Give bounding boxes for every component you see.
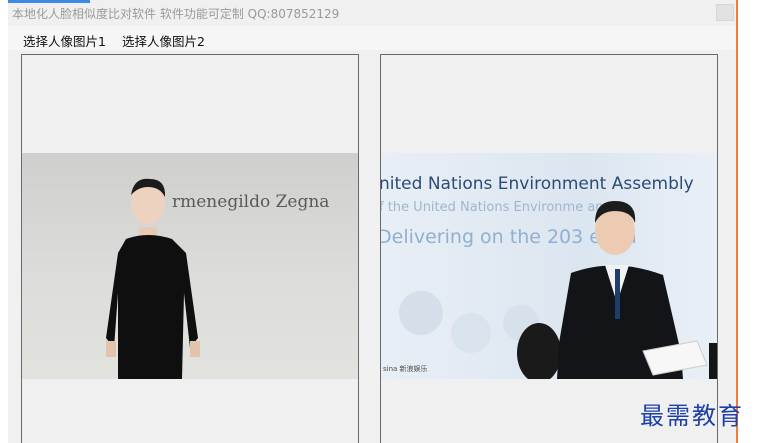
left-edge (0, 0, 8, 443)
tie-shape (615, 269, 620, 319)
portrait-photo-1: rmenegildo Zegna (22, 153, 358, 379)
right-margin (737, 0, 762, 443)
image-panel-2: nited Nations Environment Assembly f the… (380, 54, 718, 443)
window-edge-line (736, 0, 738, 443)
menu-select-image-2[interactable]: 选择人像图片2 (122, 31, 205, 50)
title-accent-strip (8, 0, 90, 3)
chair-edge (709, 343, 717, 379)
watermark-text: 最需教育 (640, 402, 744, 430)
backdrop-circle-1 (399, 291, 443, 335)
photo-1-illustration: rmenegildo Zegna (106, 178, 329, 379)
backdrop-logo-text: rmenegildo Zegna (172, 192, 329, 212)
right-hand (190, 341, 200, 357)
window-title: 本地化人脸相似度比对软件 软件功能可定制 QQ:807852129 (12, 7, 340, 21)
menu-bar: 选择人像图片1 选择人像图片2 (8, 26, 737, 50)
portrait-photo-2: nited Nations Environment Assembly f the… (381, 153, 717, 379)
app-window: 本地化人脸相似度比对软件 软件功能可定制 QQ:807852129 选择人像图片… (8, 0, 737, 443)
suit-shape (106, 235, 198, 379)
photo-credit: sina 新浪娱乐 (383, 364, 428, 373)
close-button[interactable] (716, 4, 734, 21)
image-panel-1: rmenegildo Zegna (21, 54, 359, 443)
backdrop-circle-2 (451, 313, 491, 353)
menu-select-image-1[interactable]: 选择人像图片1 (23, 31, 106, 50)
left-hand (106, 341, 116, 357)
banner-line-2: f the United Nations Environme amme (381, 200, 629, 215)
photo-2-illustration: nited Nations Environment Assembly f the… (381, 174, 717, 379)
banner-line-1: nited Nations Environment Assembly (381, 174, 694, 194)
